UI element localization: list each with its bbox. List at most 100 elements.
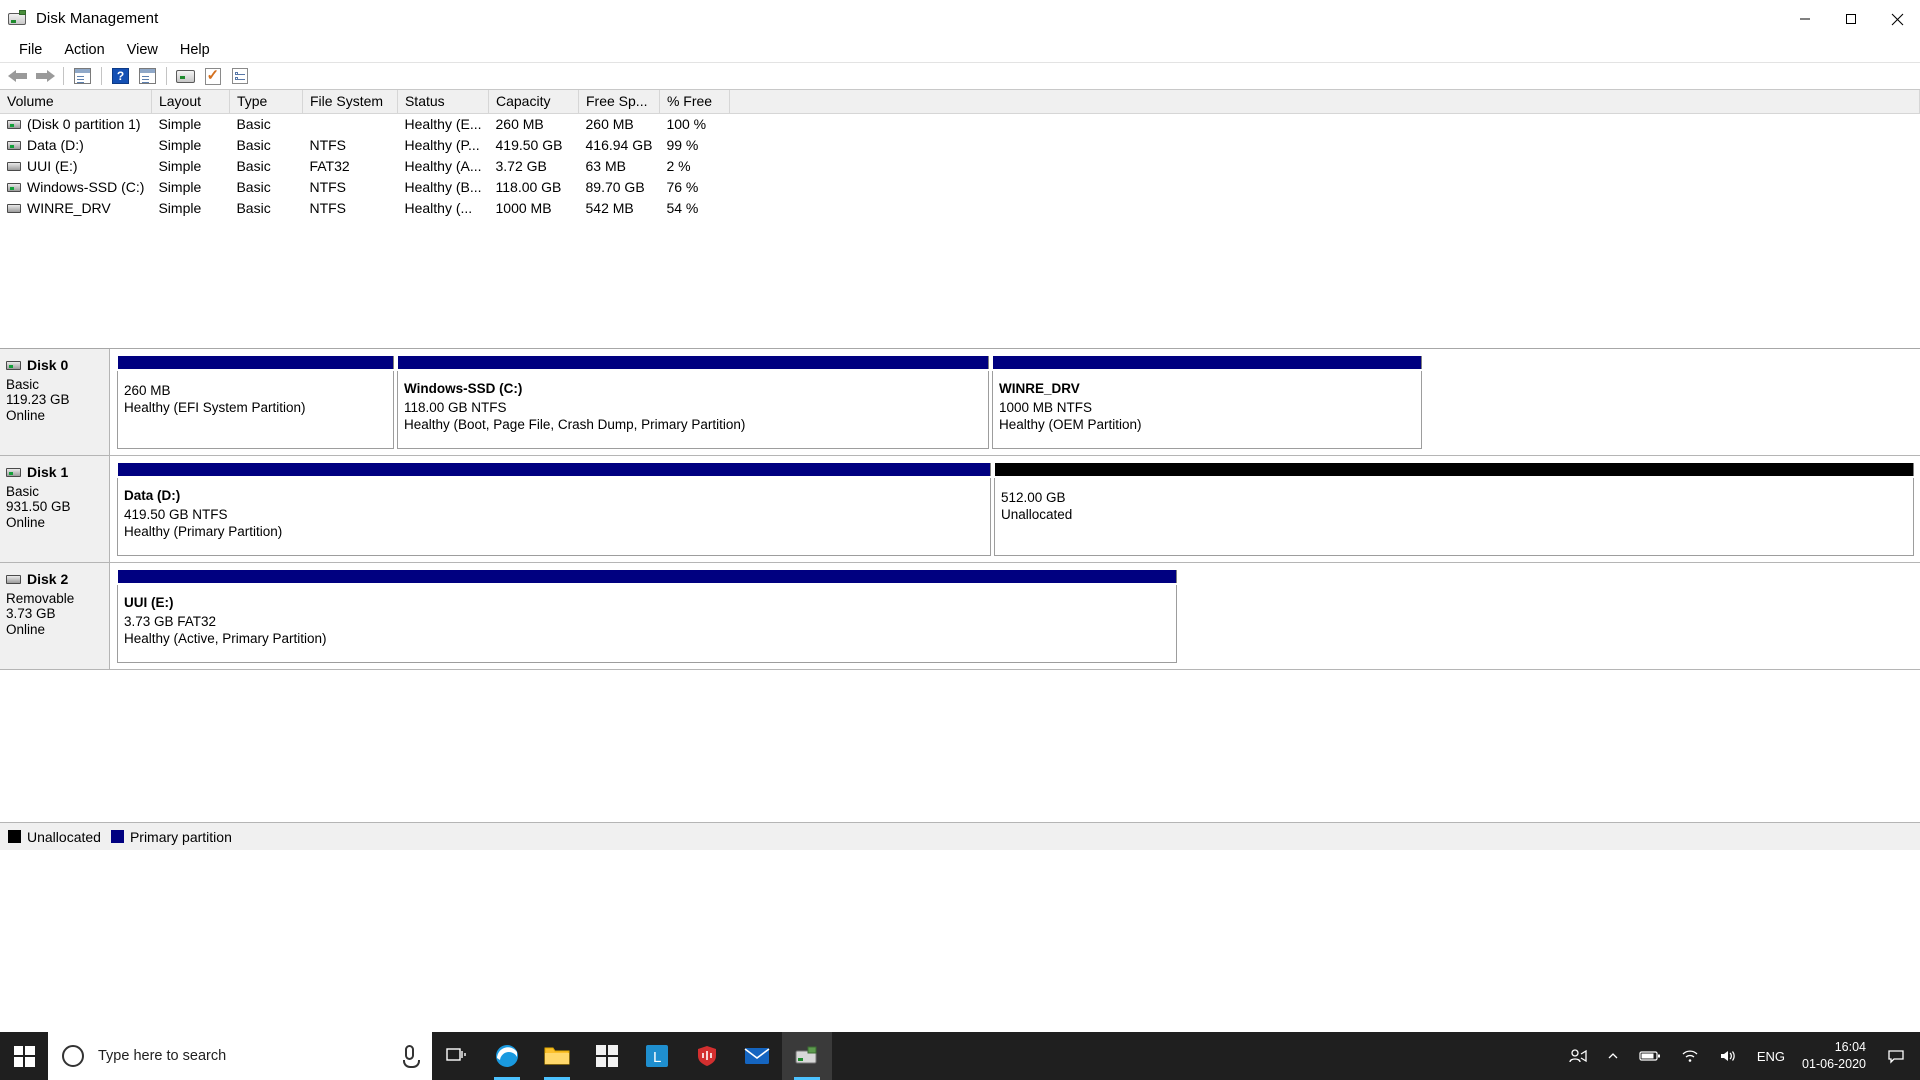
search-placeholder: Type here to search: [98, 1048, 226, 1064]
disk-info-0[interactable]: Disk 0 Basic 119.23 GB Online: [0, 349, 110, 455]
clock[interactable]: 16:04 01-06-2020: [1796, 1032, 1876, 1080]
disk-state: Online: [6, 622, 109, 638]
disk-management-app[interactable]: [782, 1032, 832, 1080]
partition-block[interactable]: Windows-SSD (C:) 118.00 GB NTFS Healthy …: [397, 356, 989, 449]
disk-icon-green: [6, 468, 21, 477]
cell-free-space: 89.70 GB: [579, 177, 660, 198]
check-button[interactable]: [200, 65, 225, 88]
task-view-button[interactable]: [432, 1032, 482, 1080]
cell-type: Basic: [229, 198, 302, 219]
disk-row-1[interactable]: Disk 1 Basic 931.50 GB Online Data (D:) …: [0, 456, 1920, 563]
cell-type: Basic: [229, 156, 302, 177]
edge-app[interactable]: [482, 1032, 532, 1080]
partition-size: 118.00 GB NTFS: [404, 400, 988, 417]
table-row[interactable]: Data (D:) Simple Basic NTFS Healthy (P..…: [0, 135, 1920, 156]
legend-label-unallocated: Unallocated: [27, 829, 101, 845]
table-row[interactable]: Windows-SSD (C:) Simple Basic NTFS Healt…: [0, 177, 1920, 198]
maximize-button[interactable]: [1828, 0, 1874, 38]
legend-label-primary-partition: Primary partition: [130, 829, 232, 845]
partition-color-bar: [397, 356, 989, 369]
graphical-disk-pane[interactable]: Disk 0 Basic 119.23 GB Online 260 MB Hea…: [0, 349, 1920, 850]
toolbar-separator: [63, 67, 64, 85]
partition-block[interactable]: UUI (E:) 3.73 GB FAT32 Healthy (Active, …: [117, 570, 1177, 663]
window-title: Disk Management: [36, 10, 158, 27]
partition-size: 419.50 GB NTFS: [124, 507, 990, 524]
task-view-icon: [446, 1046, 468, 1066]
disk-name: Disk 1: [27, 464, 68, 481]
cell-free-space: 416.94 GB: [579, 135, 660, 156]
column-header-layout[interactable]: Layout: [151, 90, 229, 114]
forward-button[interactable]: [32, 65, 57, 88]
app-l[interactable]: L: [632, 1032, 682, 1080]
cell-pct-free: 99 %: [659, 135, 729, 156]
disk-row-0[interactable]: Disk 0 Basic 119.23 GB Online 260 MB Hea…: [0, 349, 1920, 456]
back-button[interactable]: [5, 65, 30, 88]
cell-type: Basic: [229, 177, 302, 198]
partition-color-bar: [117, 570, 1177, 583]
notification-center-button[interactable]: [1878, 1032, 1914, 1080]
table-row[interactable]: UUI (E:) Simple Basic FAT32 Healthy (A..…: [0, 156, 1920, 177]
language-indicator[interactable]: ENG: [1748, 1032, 1794, 1080]
volume-list-pane[interactable]: Volume Layout Type File System Status Ca…: [0, 90, 1920, 349]
volume-icon[interactable]: [1710, 1032, 1746, 1080]
clock-time: 16:04: [1835, 1039, 1866, 1056]
meet-now-icon[interactable]: [1560, 1032, 1596, 1080]
table-row[interactable]: WINRE_DRV Simple Basic NTFS Healthy (...…: [0, 198, 1920, 219]
table-row[interactable]: (Disk 0 partition 1) Simple Basic Health…: [0, 114, 1920, 135]
partition-details: UUI (E:) 3.73 GB FAT32 Healthy (Active, …: [117, 585, 1177, 663]
partition-block[interactable]: 260 MB Healthy (EFI System Partition): [117, 356, 394, 449]
partition-block[interactable]: WINRE_DRV 1000 MB NTFS Healthy (OEM Part…: [992, 356, 1422, 449]
column-header-pct-free[interactable]: % Free: [659, 90, 729, 114]
file-explorer-app[interactable]: [532, 1032, 582, 1080]
app-shield[interactable]: [682, 1032, 732, 1080]
clock-date: 01-06-2020: [1802, 1056, 1866, 1073]
show-action-pane-button[interactable]: [135, 65, 160, 88]
minimize-button[interactable]: [1782, 0, 1828, 38]
partition-title: UUI (E:): [124, 595, 1176, 612]
show-hide-console-tree-button[interactable]: [70, 65, 95, 88]
menu-help[interactable]: Help: [169, 39, 221, 61]
disk-partitions-0: 260 MB Healthy (EFI System Partition) Wi…: [110, 349, 1920, 455]
disk-size: 931.50 GB: [6, 499, 109, 515]
menu-bar: File Action View Help: [0, 38, 1920, 63]
cell-layout: Simple: [151, 135, 229, 156]
rescan-disks-button[interactable]: [173, 65, 198, 88]
help-button[interactable]: ?: [108, 65, 133, 88]
cell-file-system: NTFS: [302, 135, 397, 156]
l-app-icon: L: [644, 1043, 670, 1069]
wifi-icon[interactable]: [1672, 1032, 1708, 1080]
menu-file[interactable]: File: [8, 39, 53, 61]
column-header-status[interactable]: Status: [397, 90, 488, 114]
properties-button[interactable]: [227, 65, 252, 88]
battery-icon[interactable]: [1630, 1032, 1670, 1080]
cell-status: Healthy (P...: [397, 135, 488, 156]
search-box[interactable]: Type here to search: [48, 1032, 432, 1080]
menu-view[interactable]: View: [116, 39, 169, 61]
cell-pct-free: 54 %: [659, 198, 729, 219]
disk-name: Disk 0: [27, 357, 68, 374]
column-header-capacity[interactable]: Capacity: [489, 90, 579, 114]
partition-block-unallocated[interactable]: 512.00 GB Unallocated: [994, 463, 1914, 556]
disk-row-2[interactable]: Disk 2 Removable 3.73 GB Online UUI (E:)…: [0, 563, 1920, 670]
disk-info-1[interactable]: Disk 1 Basic 931.50 GB Online: [0, 456, 110, 562]
properties-icon: [232, 68, 248, 84]
column-header-file-system[interactable]: File System: [302, 90, 397, 114]
microsoft-store-app[interactable]: [582, 1032, 632, 1080]
toolbar: ?: [0, 63, 1920, 90]
show-hidden-icons-button[interactable]: [1598, 1032, 1628, 1080]
disk-name: Disk 2: [27, 571, 68, 588]
partition-details: 260 MB Healthy (EFI System Partition): [117, 371, 394, 449]
column-header-volume[interactable]: Volume: [0, 90, 151, 114]
start-button[interactable]: [0, 1032, 48, 1080]
partition-size: 512.00 GB: [1001, 490, 1913, 507]
partition-status: Unallocated: [1001, 507, 1913, 524]
menu-action[interactable]: Action: [53, 39, 115, 61]
microphone-icon[interactable]: [405, 1045, 414, 1060]
column-header-type[interactable]: Type: [229, 90, 302, 114]
mail-app[interactable]: [732, 1032, 782, 1080]
column-header-free-space[interactable]: Free Sp...: [579, 90, 660, 114]
disk-info-2[interactable]: Disk 2 Removable 3.73 GB Online: [0, 563, 110, 669]
close-button[interactable]: [1874, 0, 1920, 38]
partition-block[interactable]: Data (D:) 419.50 GB NTFS Healthy (Primar…: [117, 463, 991, 556]
disk-partitions-1: Data (D:) 419.50 GB NTFS Healthy (Primar…: [110, 456, 1920, 562]
